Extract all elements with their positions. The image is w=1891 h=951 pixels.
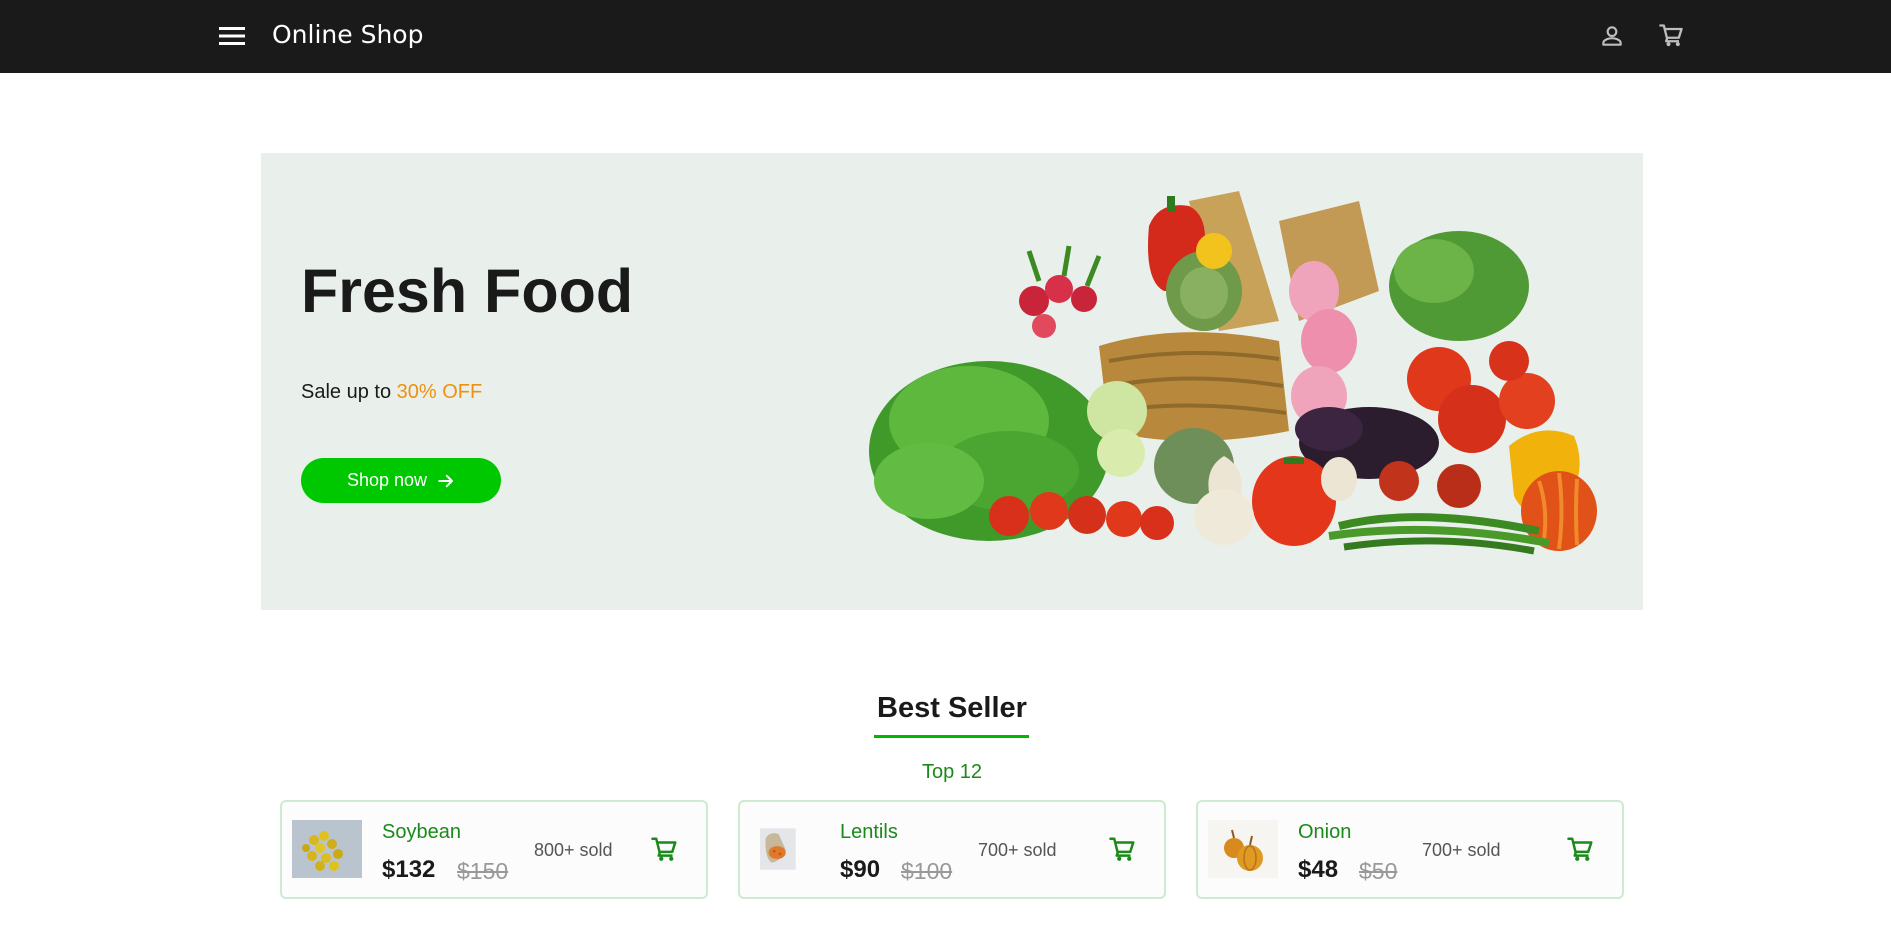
shop-now-label: Shop now — [346, 470, 428, 490]
product-sold-count: 800+ sold — [534, 840, 613, 860]
vegetables-image — [869, 191, 1597, 555]
product-card-onion[interactable]: Onion $48 $50 700+ sold — [1196, 800, 1624, 899]
cart-icon — [1567, 837, 1593, 861]
product-old-price: $150 — [457, 858, 509, 884]
add-to-cart-button[interactable] — [1104, 831, 1142, 869]
account-icon — [1602, 26, 1622, 46]
menu-button[interactable] — [216, 20, 248, 52]
product-name[interactable]: Lentils — [840, 820, 898, 844]
menu-icon — [219, 27, 245, 45]
product-price: $90 — [840, 856, 881, 883]
product-name[interactable]: Soybean — [382, 820, 461, 844]
product-price: $132 — [382, 856, 436, 883]
cart-icon — [1659, 24, 1683, 47]
product-old-price: $100 — [901, 858, 953, 884]
soybean-image — [292, 820, 362, 878]
hero-discount: 30% OFF — [396, 381, 483, 403]
cart-icon — [651, 837, 677, 861]
best-seller-title: Best Seller — [877, 692, 1027, 724]
hero-title: Fresh Food — [301, 257, 634, 325]
account-button[interactable] — [1592, 16, 1632, 56]
lentils-image — [760, 828, 796, 870]
best-seller-subtitle: Top 12 — [921, 761, 983, 783]
shop-now-button[interactable]: Shop now — [301, 458, 501, 503]
cart-button[interactable] — [1652, 16, 1692, 56]
add-to-cart-button[interactable] — [646, 831, 684, 869]
app-bar: Online Shop — [0, 0, 1891, 73]
product-sold-count: 700+ sold — [1422, 840, 1501, 860]
product-card-soybean[interactable]: Soybean $132 $150 800+ sold — [280, 800, 708, 899]
product-card-lentils[interactable]: Lentils $90 $100 700+ sold — [738, 800, 1166, 899]
product-name[interactable]: Onion — [1298, 820, 1351, 844]
onion-image — [1208, 820, 1278, 878]
arrow-right-icon — [438, 474, 454, 487]
best-seller-underline — [874, 735, 1029, 738]
hero-banner: Fresh Food Sale up to 30% OFF Shop now — [261, 153, 1643, 610]
add-to-cart-button[interactable] — [1562, 831, 1600, 869]
hero-subtitle: Sale up to 30% OFF — [301, 379, 482, 405]
product-price: $48 — [1298, 856, 1339, 883]
cart-icon — [1109, 837, 1135, 861]
hero-subtitle-prefix: Sale up to — [301, 381, 397, 403]
product-sold-count: 700+ sold — [978, 840, 1057, 860]
app-title[interactable]: Online Shop — [272, 18, 423, 52]
product-old-price: $50 — [1359, 858, 1398, 884]
